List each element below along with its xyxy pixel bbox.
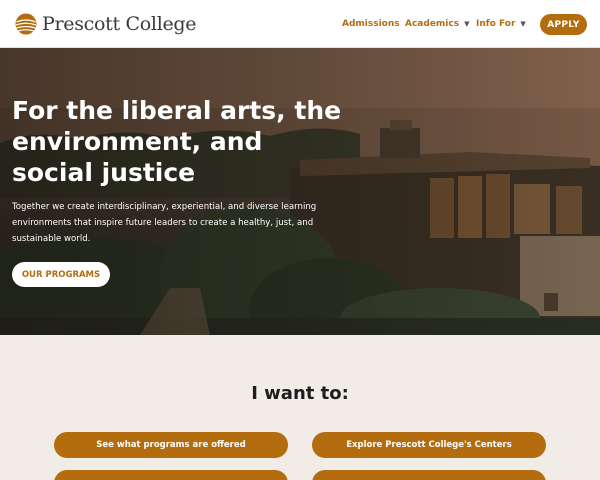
nav-info-for[interactable]: Info For ▼ xyxy=(476,14,526,34)
site-header: Prescott College Admissions Academics ▼ … xyxy=(0,0,600,48)
hero-section: For the liberal arts, the environment, a… xyxy=(0,48,600,335)
nav-info-for-label: Info For xyxy=(476,19,516,29)
chevron-down-icon: ▼ xyxy=(520,20,526,28)
chevron-down-icon: ▼ xyxy=(464,20,470,28)
logo-mark-icon xyxy=(15,13,37,35)
logo[interactable]: Prescott College xyxy=(15,12,197,36)
hero-overlay xyxy=(0,48,600,335)
nav-academics-wrap: Academics ▼ xyxy=(405,19,469,29)
see-programs-button[interactable]: See what programs are offered xyxy=(54,432,288,458)
explore-centers-button[interactable]: Explore Prescott College's Centers xyxy=(312,432,546,458)
nav-academics-label: Academics xyxy=(405,19,460,29)
hero-title: For the liberal arts, the environment, a… xyxy=(12,96,342,187)
want-button-row2-left[interactable] xyxy=(54,470,288,480)
our-programs-button[interactable]: OUR PROGRAMS xyxy=(12,262,110,287)
nav-info-for-wrap: Info For ▼ xyxy=(476,19,526,29)
nav-admissions[interactable]: Admissions xyxy=(342,14,400,34)
nav-academics[interactable]: Academics ▼ xyxy=(405,14,469,34)
nav-admissions-label: Admissions xyxy=(342,19,400,29)
want-heading: I want to: xyxy=(251,383,349,404)
apply-button[interactable]: APPLY xyxy=(540,14,587,35)
hero-subtitle: Together we create interdisciplinary, ex… xyxy=(12,202,317,244)
logo-text: Prescott College xyxy=(42,13,197,35)
want-button-row2-right[interactable] xyxy=(312,470,546,480)
